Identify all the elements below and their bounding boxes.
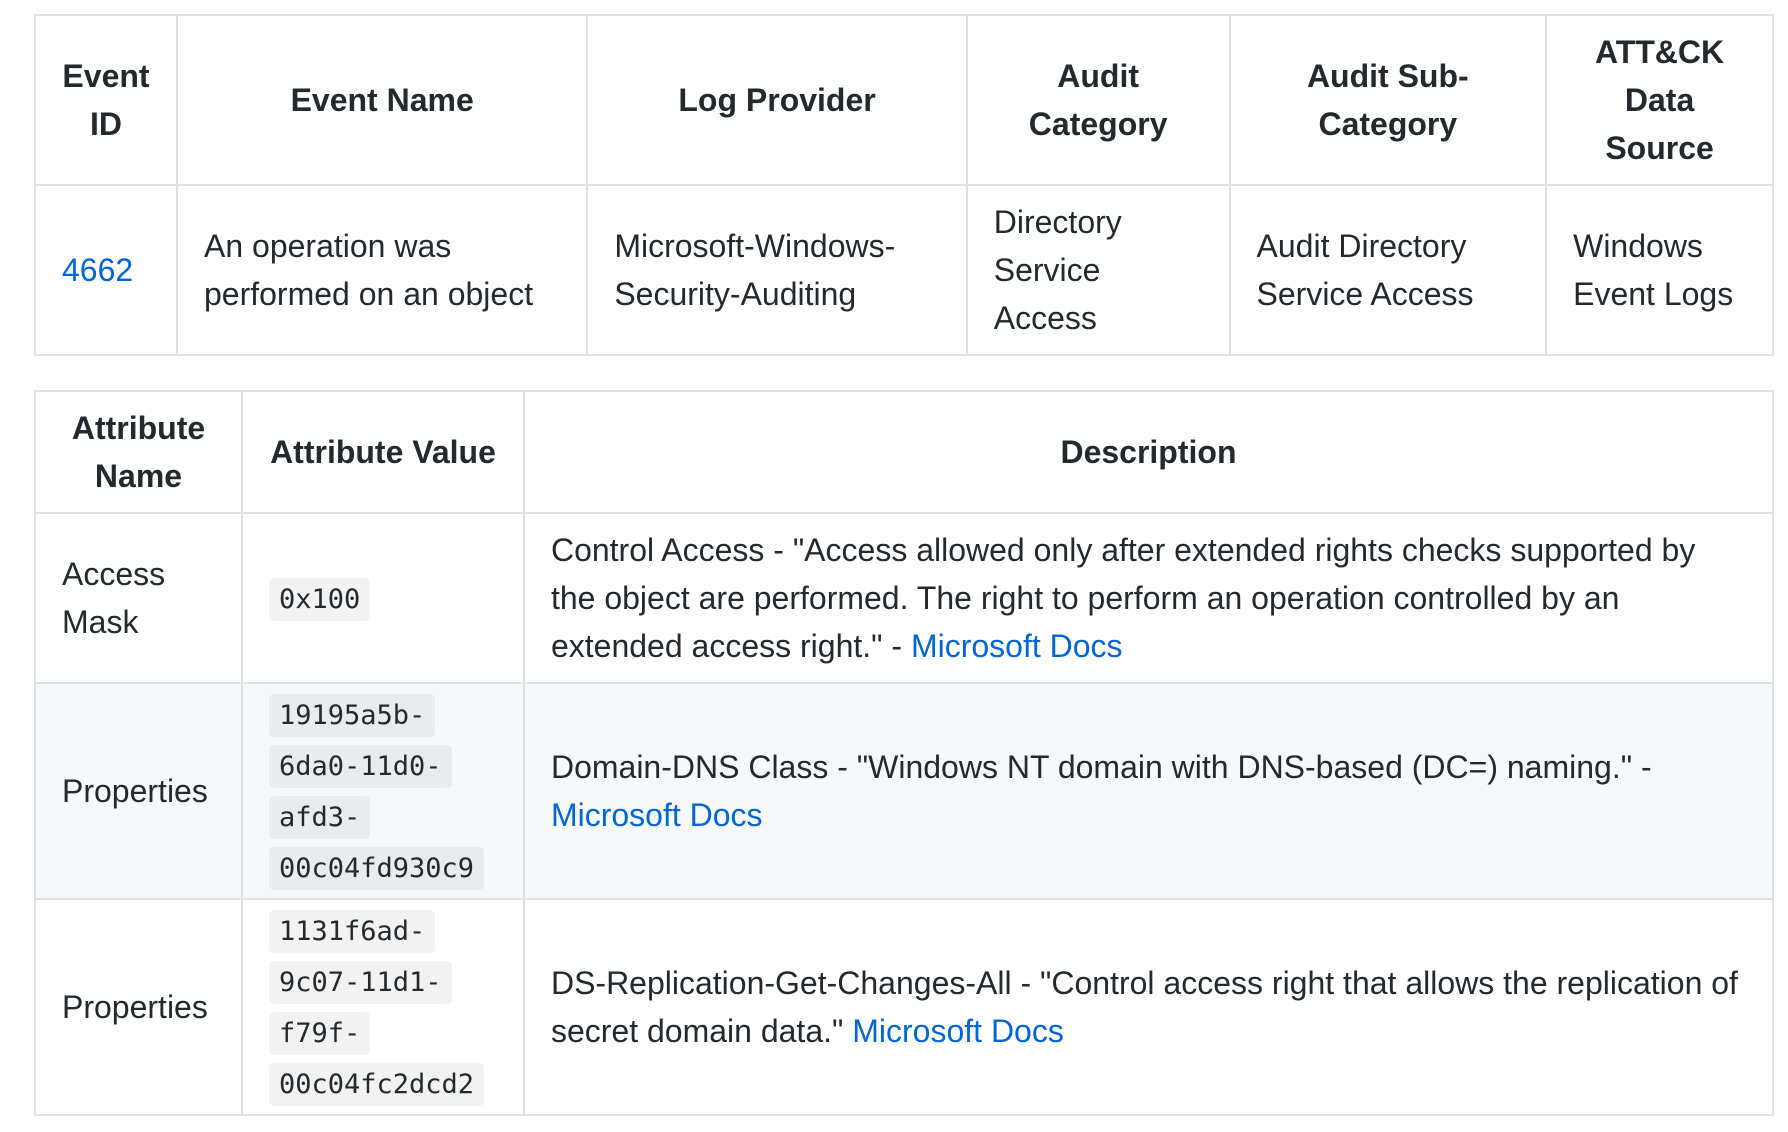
header-audit-category: Audit Category bbox=[965, 14, 1231, 186]
attribute-name-cell: Properties bbox=[34, 682, 243, 900]
value-line: 1131f6ad- bbox=[278, 916, 426, 947]
attribute-value-cell: 1131f6ad- 9c07-11d1- f79f- 00c04fc2dcd2 bbox=[240, 898, 525, 1116]
attribute-table-header-row: Attribute Name Attribute Value Descripti… bbox=[34, 390, 1775, 514]
header-data-source: ATT&CK Data Source bbox=[1545, 14, 1774, 186]
attribute-value-cell: 19195a5b- 6da0-11d0- afd3- 00c04fd930c9 bbox=[240, 682, 525, 900]
table-row: Access Mask 0x100 Control Access - "Acce… bbox=[34, 512, 1775, 684]
event-table-row: 4662 An operation was performed on an ob… bbox=[34, 184, 1774, 356]
value-line: 00c04fc2dcd2 bbox=[278, 1069, 475, 1100]
value-line: 6da0-11d0- bbox=[278, 751, 442, 782]
value-line: 19195a5b- bbox=[278, 700, 426, 731]
header-log-provider: Log Provider bbox=[586, 14, 968, 186]
log-provider-cell: Microsoft-Windows-Security-Auditing bbox=[586, 184, 968, 356]
description-text: DS-Replication-Get-Changes-All - "Contro… bbox=[550, 965, 1738, 1049]
data-source-cell: Windows Event Logs bbox=[1545, 184, 1774, 356]
header-event-name: Event Name bbox=[175, 14, 589, 186]
header-attribute-value: Attribute Value bbox=[240, 390, 525, 514]
event-table-header-row: Event ID Event Name Log Provider Audit C… bbox=[34, 14, 1774, 186]
microsoft-docs-link[interactable]: Microsoft Docs bbox=[911, 628, 1123, 664]
value-line: 00c04fd930c9 bbox=[278, 853, 475, 884]
attribute-value-code: 0x100 bbox=[268, 577, 371, 621]
attribute-table: Attribute Name Attribute Value Descripti… bbox=[34, 390, 1775, 1116]
microsoft-docs-link[interactable]: Microsoft Docs bbox=[551, 797, 763, 833]
header-audit-subcategory: Audit Sub-Category bbox=[1228, 14, 1548, 186]
attribute-value-code: 1131f6ad- 9c07-11d1- f79f- 00c04fc2dcd2 bbox=[268, 910, 485, 1106]
attribute-name-cell: Properties bbox=[34, 898, 243, 1116]
event-id-link[interactable]: 4662 bbox=[62, 252, 133, 288]
header-event-id: Event ID bbox=[34, 14, 178, 186]
attribute-value-cell: 0x100 bbox=[240, 512, 525, 684]
description-text: Control Access - "Access allowed only af… bbox=[550, 532, 1696, 664]
attribute-name-cell: Access Mask bbox=[34, 512, 243, 684]
event-id-cell: 4662 bbox=[34, 184, 178, 356]
header-attribute-name: Attribute Name bbox=[34, 390, 243, 514]
description-cell: Domain-DNS Class - "Windows NT domain wi… bbox=[522, 682, 1775, 900]
attribute-value-code: 19195a5b- 6da0-11d0- afd3- 00c04fd930c9 bbox=[268, 694, 485, 890]
event-table: Event ID Event Name Log Provider Audit C… bbox=[34, 14, 1774, 356]
description-text: Domain-DNS Class - "Windows NT domain wi… bbox=[550, 749, 1652, 785]
audit-subcategory-cell: Audit Directory Service Access bbox=[1228, 184, 1548, 356]
description-cell: Control Access - "Access allowed only af… bbox=[522, 512, 1775, 684]
audit-category-cell: Directory Service Access bbox=[965, 184, 1231, 356]
table-row: Properties 19195a5b- 6da0-11d0- afd3- 00c04… bbox=[34, 682, 1775, 900]
event-name-cell: An operation was performed on an object bbox=[175, 184, 589, 356]
header-description: Description bbox=[522, 390, 1775, 514]
microsoft-docs-link[interactable]: Microsoft Docs bbox=[852, 1013, 1064, 1049]
value-line: 9c07-11d1- bbox=[278, 967, 442, 998]
description-cell: DS-Replication-Get-Changes-All - "Contro… bbox=[522, 898, 1775, 1116]
value-line: afd3- bbox=[278, 802, 361, 833]
value-line: f79f- bbox=[278, 1018, 361, 1049]
table-row: Properties 1131f6ad- 9c07-11d1- f79f- 00c04… bbox=[34, 898, 1775, 1116]
